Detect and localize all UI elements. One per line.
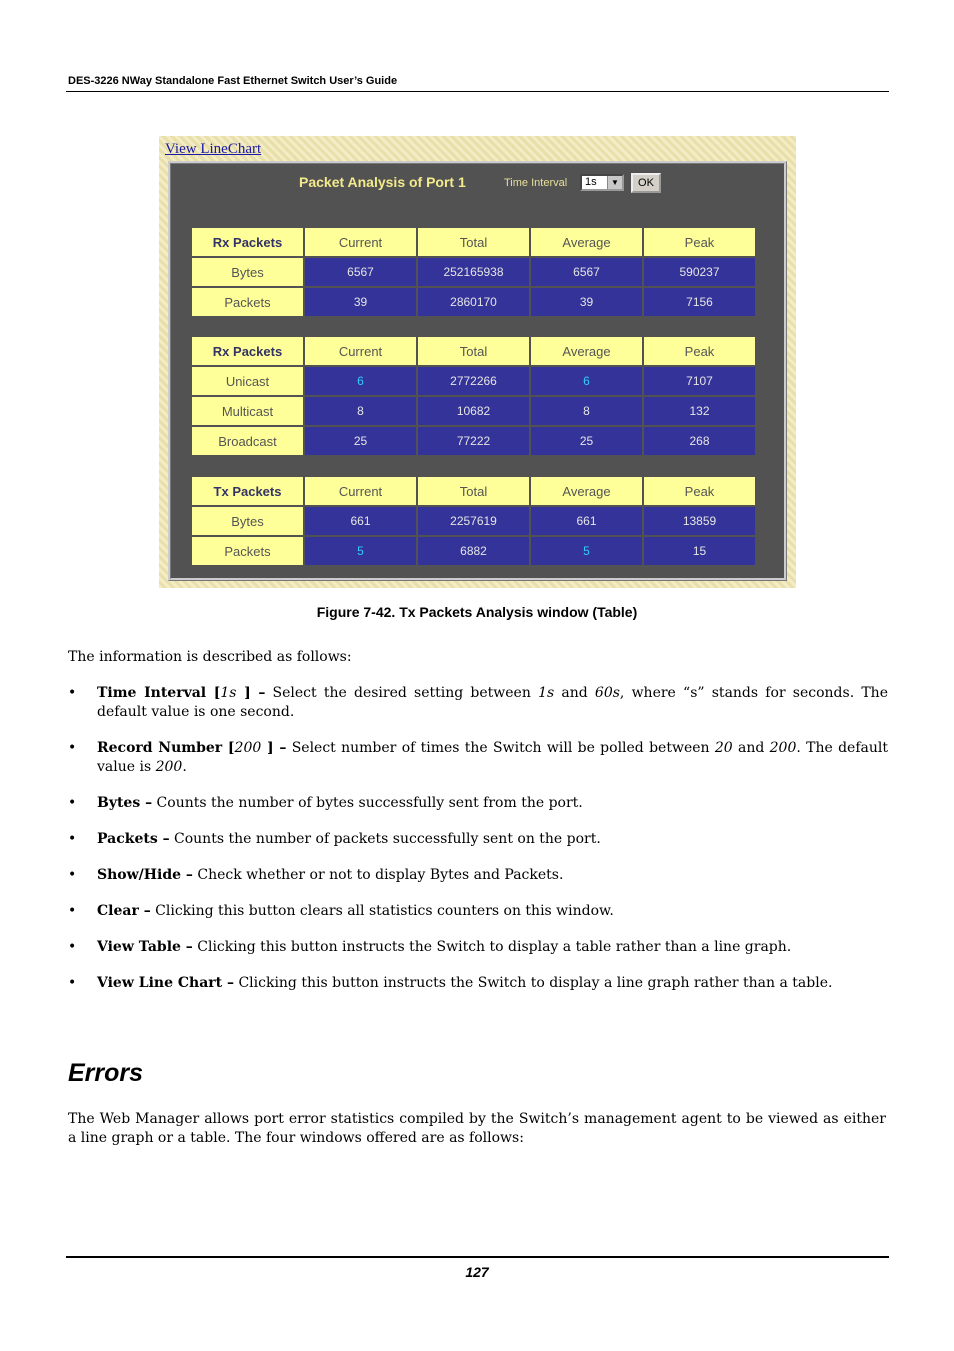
column-header: Average bbox=[531, 337, 642, 365]
footer-rule bbox=[66, 1256, 889, 1258]
time-interval-label: Time Interval bbox=[504, 177, 568, 189]
value-cell: 6 bbox=[305, 367, 416, 395]
column-header: Current bbox=[305, 228, 416, 256]
screenshot-figure: View LineChart Packet Analysis of Port 1… bbox=[159, 136, 796, 588]
value-cell: 77222 bbox=[418, 427, 529, 455]
value-cell: 661 bbox=[305, 507, 416, 535]
value-cell: 39 bbox=[305, 288, 416, 316]
table-row: Broadcast 25 77222 25 268 bbox=[192, 427, 755, 455]
column-header: Average bbox=[531, 477, 642, 505]
value-cell: 2772266 bbox=[418, 367, 529, 395]
value-cell: 2860170 bbox=[418, 288, 529, 316]
list-item: Time Interval [1s ] – Select the desired… bbox=[68, 684, 888, 722]
list-item: Clear – Clicking this button clears all … bbox=[68, 902, 888, 921]
row-label: Broadcast bbox=[192, 427, 303, 455]
value-cell: 10682 bbox=[418, 397, 529, 425]
panel-title: Packet Analysis of Port 1 bbox=[299, 174, 466, 190]
stats-table: Tx Packets Current Total Average Peak Bytes 66… bbox=[190, 475, 757, 567]
value-cell: 6567 bbox=[531, 258, 642, 286]
value-cell: 132 bbox=[644, 397, 755, 425]
list-item: View Table – Clicking this button instru… bbox=[68, 938, 888, 957]
value-cell: 15 bbox=[644, 537, 755, 565]
table-row: Packets 5 6882 5 15 bbox=[192, 537, 755, 565]
row-label: Packets bbox=[192, 288, 303, 316]
ok-button[interactable]: OK bbox=[631, 173, 661, 193]
running-header: DES-3226 NWay Standalone Fast Ethernet S… bbox=[68, 75, 398, 87]
page-number: 127 bbox=[465, 1264, 489, 1280]
figure-caption: Figure 7-42. Tx Packets Analysis window … bbox=[316, 604, 638, 620]
description-list: Time Interval [1s ] – Select the desired… bbox=[68, 684, 888, 1010]
row-label: Bytes bbox=[192, 507, 303, 535]
view-linechart-link[interactable]: View LineChart bbox=[165, 141, 261, 158]
table-row: Multicast 8 10682 8 132 bbox=[192, 397, 755, 425]
value-cell: 13859 bbox=[644, 507, 755, 535]
table-row: Unicast 6 2772266 6 7107 bbox=[192, 367, 755, 395]
value-cell: 25 bbox=[531, 427, 642, 455]
value-cell: 6567 bbox=[305, 258, 416, 286]
column-header: Total bbox=[418, 228, 529, 256]
column-header: Current bbox=[305, 477, 416, 505]
row-label: Unicast bbox=[192, 367, 303, 395]
column-header: Peak bbox=[644, 477, 755, 505]
time-interval-select[interactable]: 1s ▼ bbox=[580, 174, 624, 191]
value-cell: 5 bbox=[531, 537, 642, 565]
table-title: Rx Packets bbox=[192, 337, 303, 365]
table-title: Tx Packets bbox=[192, 477, 303, 505]
value-cell: 25 bbox=[305, 427, 416, 455]
column-header: Average bbox=[531, 228, 642, 256]
section-paragraph: The Web Manager allows port error statis… bbox=[68, 1111, 886, 1146]
value-cell: 6 bbox=[531, 367, 642, 395]
value-cell: 661 bbox=[531, 507, 642, 535]
time-interval-value: 1s bbox=[585, 176, 597, 188]
table-header-row: Rx Packets Current Total Average Peak bbox=[192, 228, 755, 256]
value-cell: 8 bbox=[305, 397, 416, 425]
value-cell: 8 bbox=[531, 397, 642, 425]
table-header-row: Tx Packets Current Total Average Peak bbox=[192, 477, 755, 505]
stats-table: Rx Packets Current Total Average Peak Bytes 65… bbox=[190, 226, 757, 318]
column-header: Peak bbox=[644, 228, 755, 256]
table-row: Packets 39 2860170 39 7156 bbox=[192, 288, 755, 316]
table-title: Rx Packets bbox=[192, 228, 303, 256]
value-cell: 268 bbox=[644, 427, 755, 455]
row-label: Multicast bbox=[192, 397, 303, 425]
value-cell: 7107 bbox=[644, 367, 755, 395]
chevron-down-icon[interactable]: ▼ bbox=[607, 176, 622, 189]
column-header: Peak bbox=[644, 337, 755, 365]
column-header: Current bbox=[305, 337, 416, 365]
column-header: Total bbox=[418, 477, 529, 505]
column-header: Total bbox=[418, 337, 529, 365]
intro-text: The information is described as follows: bbox=[68, 649, 352, 665]
list-item: Record Number [200 ] – Select number of … bbox=[68, 739, 888, 777]
list-item: Show/Hide – Check whether or not to disp… bbox=[68, 866, 888, 885]
row-label: Bytes bbox=[192, 258, 303, 286]
value-cell: 5 bbox=[305, 537, 416, 565]
table-row: Bytes 661 2257619 661 13859 bbox=[192, 507, 755, 535]
table-row: Bytes 6567 252165938 6567 590237 bbox=[192, 258, 755, 286]
table-header-row: Rx Packets Current Total Average Peak bbox=[192, 337, 755, 365]
value-cell: 2257619 bbox=[418, 507, 529, 535]
value-cell: 590237 bbox=[644, 258, 755, 286]
list-item: Bytes – Counts the number of bytes succe… bbox=[68, 794, 888, 813]
list-item: View Line Chart – Clicking this button i… bbox=[68, 974, 888, 993]
packet-analysis-panel: Packet Analysis of Port 1 Time Interval … bbox=[168, 161, 787, 581]
value-cell: 252165938 bbox=[418, 258, 529, 286]
section-heading: Errors bbox=[68, 1059, 144, 1087]
list-item: Packets – Counts the number of packets s… bbox=[68, 830, 888, 849]
value-cell: 39 bbox=[531, 288, 642, 316]
stats-table: Rx Packets Current Total Average Peak Unicast… bbox=[190, 335, 757, 457]
header-rule bbox=[66, 91, 889, 92]
value-cell: 7156 bbox=[644, 288, 755, 316]
row-label: Packets bbox=[192, 537, 303, 565]
value-cell: 6882 bbox=[418, 537, 529, 565]
